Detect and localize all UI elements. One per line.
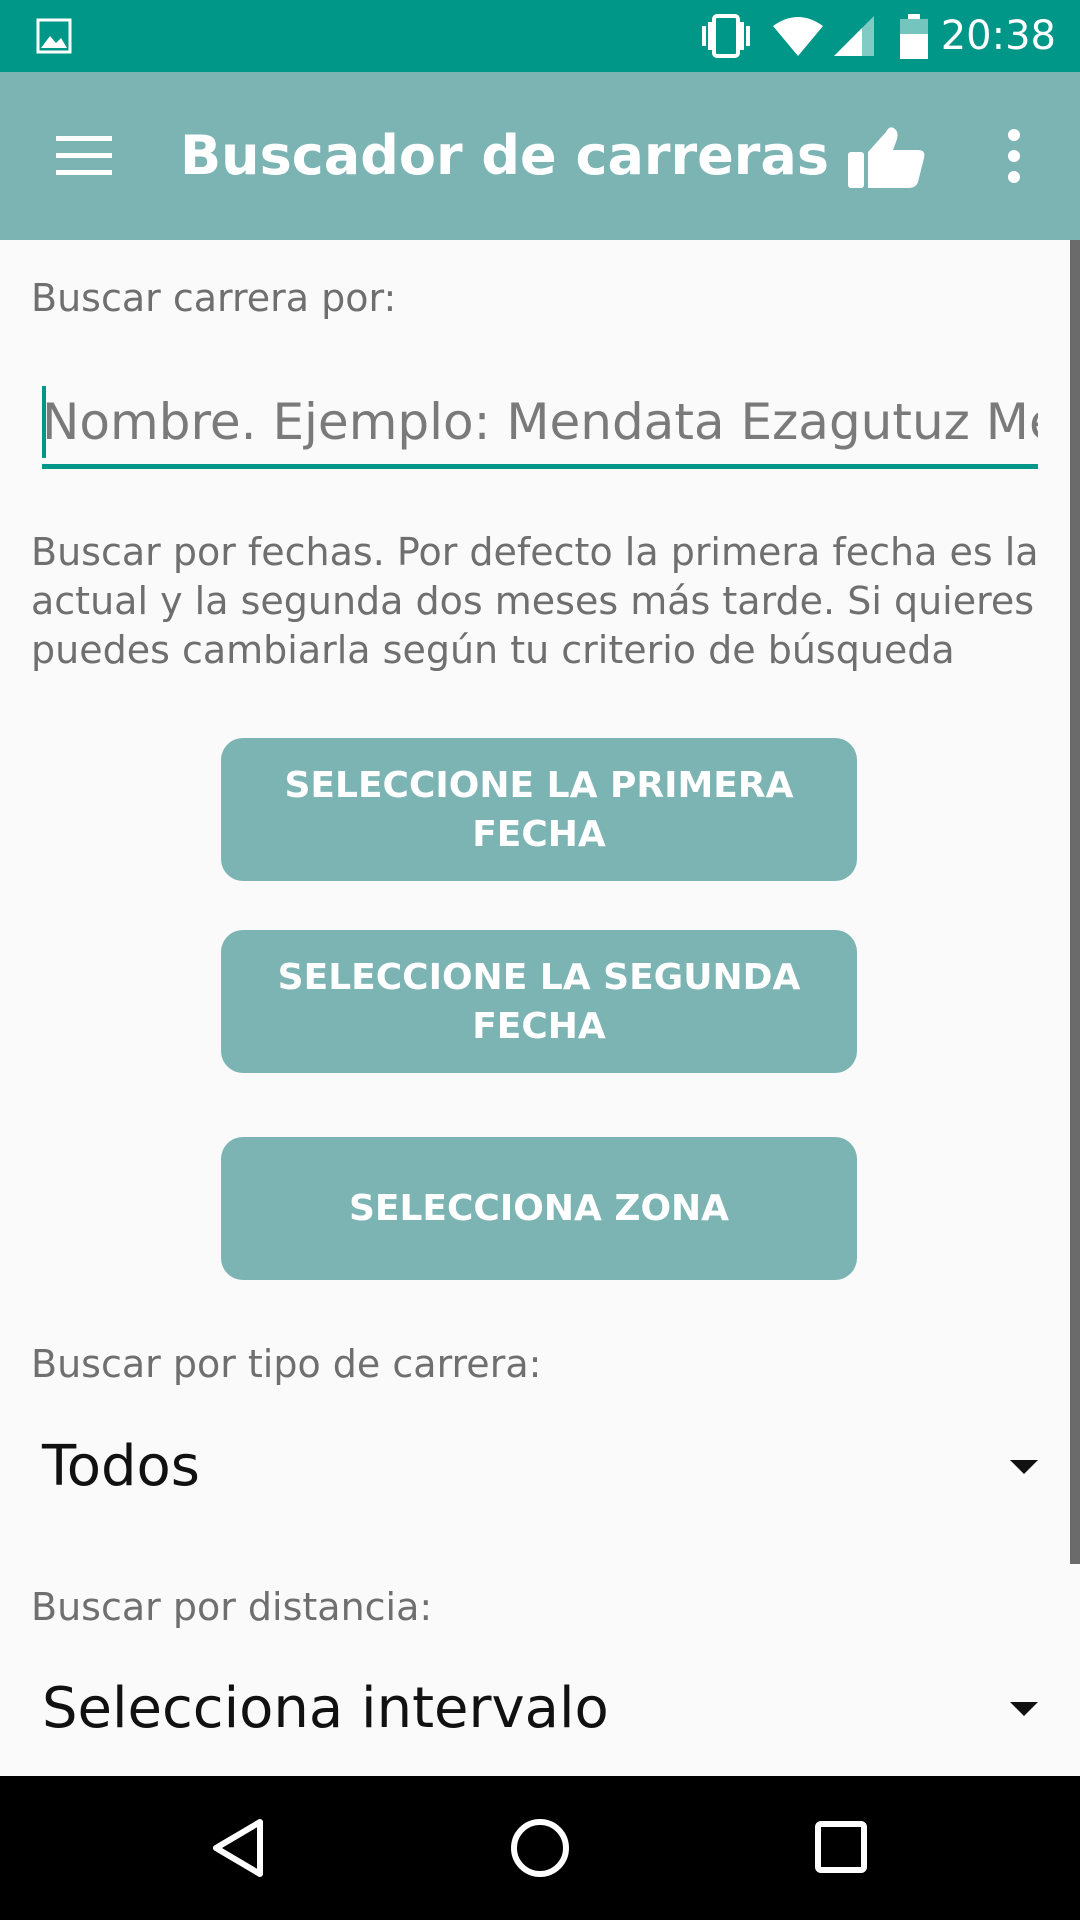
wifi-icon <box>773 17 823 56</box>
signal-icon <box>834 16 874 56</box>
race-type-label: Buscar por tipo de carrera: <box>31 1342 542 1386</box>
more-options-button[interactable] <box>990 116 1038 196</box>
race-type-value: Todos <box>42 1434 200 1499</box>
menu-icon <box>56 136 112 175</box>
status-bar: 20:38 <box>0 0 1080 72</box>
more-vert-icon <box>1008 129 1020 183</box>
search-by-label: Buscar carrera por: <box>31 276 397 320</box>
menu-button[interactable] <box>40 120 128 192</box>
back-icon[interactable] <box>204 1812 276 1884</box>
distance-dropdown[interactable]: Selecciona intervalo <box>42 1666 1038 1756</box>
distance-value: Selecciona intervalo <box>42 1676 609 1741</box>
vibrate-icon <box>702 14 750 58</box>
battery-icon <box>900 14 928 59</box>
navigation-bar <box>0 1776 1080 1920</box>
clock: 20:38 <box>940 13 1056 59</box>
like-button[interactable] <box>836 116 936 196</box>
race-type-dropdown[interactable]: Todos <box>42 1424 1038 1514</box>
recents-icon[interactable] <box>806 1812 878 1884</box>
app-bar: Buscador de carreras <box>0 72 1080 240</box>
input-underline <box>42 464 1038 469</box>
dropdown-arrow-icon <box>1010 1460 1038 1474</box>
first-date-button[interactable]: SELECCIONE LA PRIMERA FECHA <box>221 738 857 881</box>
dropdown-arrow-icon <box>1010 1702 1038 1716</box>
name-input[interactable] <box>42 380 1038 464</box>
date-description: Buscar por fechas. Por defecto la primer… <box>31 530 1039 672</box>
name-field[interactable] <box>42 380 1038 470</box>
second-date-button[interactable]: SELECCIONE LA SEGUNDA FECHA <box>221 930 857 1073</box>
app-title: Buscador de carreras <box>180 124 830 187</box>
text-cursor <box>42 386 46 458</box>
gallery-icon <box>36 18 72 54</box>
thumbs-up-icon <box>848 127 925 188</box>
home-icon[interactable] <box>500 1812 580 1884</box>
distance-label: Buscar por distancia: <box>31 1585 433 1629</box>
select-zone-button[interactable]: SELECCIONA ZONA <box>221 1137 857 1280</box>
scroll-indicator[interactable] <box>1070 240 1080 1564</box>
